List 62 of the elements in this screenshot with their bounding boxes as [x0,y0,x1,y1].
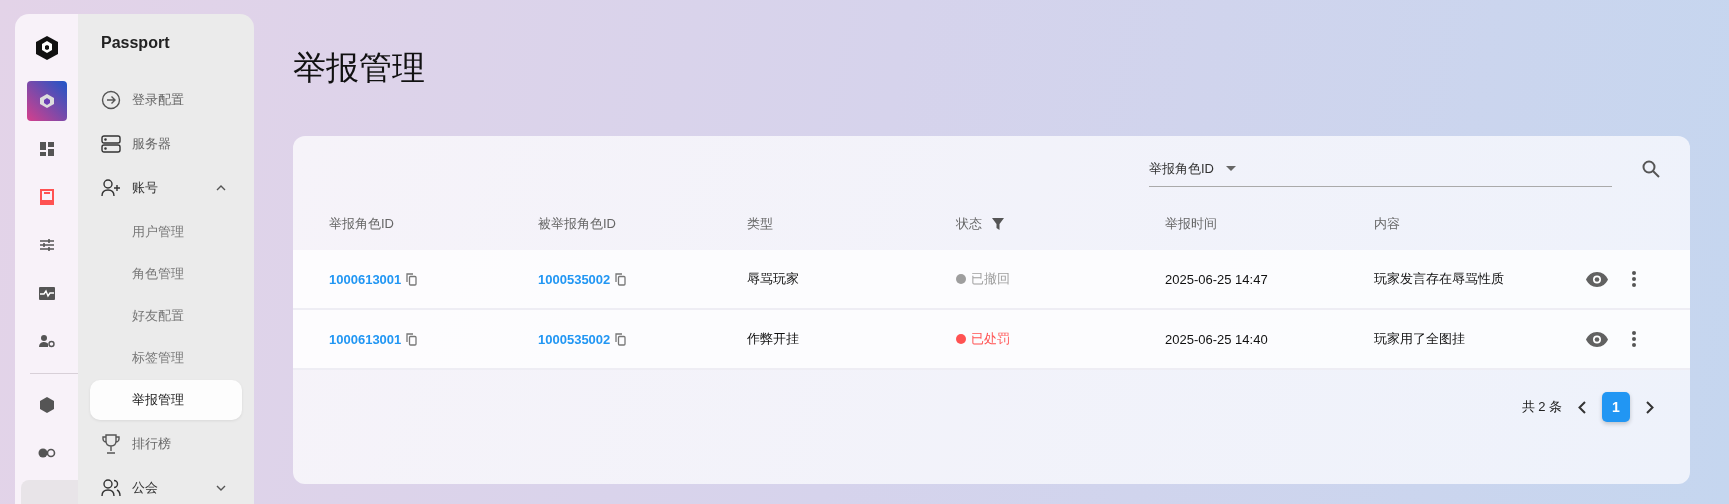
nav-subitem[interactable]: 举报管理 [90,380,242,420]
copy-icon[interactable] [406,272,418,286]
column-header: 举报时间 [1165,215,1217,233]
arrow-circle-icon [101,90,121,110]
table-cell: 玩家发言存在辱骂性质 [1374,270,1504,288]
users-icon [101,479,121,497]
id-link[interactable]: 1000535002 [538,271,611,287]
status-text: 已撤回 [971,270,1010,288]
more-icon[interactable] [1632,331,1636,347]
document-icon[interactable] [39,189,54,205]
column-header: 被举报角色ID [538,215,616,233]
eye-icon[interactable] [1586,331,1608,347]
page-title: 举报管理 [293,48,426,88]
nav-item[interactable]: 公会 [90,466,242,504]
sliders-icon[interactable] [39,238,54,252]
id-link[interactable]: 1000535002 [538,331,611,347]
id-link[interactable]: 1000613001 [329,331,402,347]
previous-page-icon[interactable] [1578,400,1586,414]
column-header: 类型 [747,215,773,233]
user-settings-icon[interactable] [38,334,55,348]
nav-item[interactable]: 账号 [90,166,242,210]
nav-subitem[interactable]: 标签管理 [90,338,242,378]
filter-icon[interactable] [992,218,1004,230]
status-text: 已处罚 [971,330,1010,348]
dashboard-icon[interactable] [39,142,54,156]
table-cell: 辱骂玩家 [747,270,799,288]
total-count: 共 2 条 [1521,398,1562,416]
nav-subitem[interactable]: 用户管理 [90,212,242,252]
table-cell: 2025-06-25 14:40 [1165,331,1268,347]
chevron-icon [216,185,226,191]
next-page-icon[interactable] [1646,400,1654,414]
link-icon[interactable] [37,448,56,458]
app-icon[interactable] [26,81,67,121]
column-header: 举报角色ID [329,215,394,233]
id-link[interactable]: 1000613001 [329,271,402,287]
nav-subitem[interactable]: 角色管理 [90,254,242,294]
nav-item[interactable]: 排行榜 [90,422,242,466]
search-icon[interactable] [1642,160,1660,178]
table-cell: 2025-06-25 14:47 [1165,271,1268,287]
table-cell: 作弊开挂 [747,330,799,348]
column-header: 内容 [1374,215,1400,233]
table-cell: 玩家用了全图挂 [1374,330,1465,348]
nav-item[interactable]: 登录配置 [90,78,242,122]
cube-logo-icon[interactable] [34,35,59,61]
user-add-icon [101,179,121,197]
app-title: Passport [100,34,171,53]
trophy-icon [101,434,121,454]
page-button[interactable]: 1 [1602,392,1630,422]
nav-item[interactable]: 服务器 [90,122,242,166]
box-icon[interactable] [39,397,54,413]
copy-icon[interactable] [406,332,418,346]
more-icon[interactable] [1632,271,1636,287]
search-field[interactable]: 举报角色ID [1149,151,1612,187]
server-icon [101,135,121,153]
copy-icon[interactable] [615,272,627,286]
column-header: 状态 [956,215,982,233]
nav-subitem[interactable]: 好友配置 [90,296,242,336]
chevron-icon [216,485,226,491]
copy-icon[interactable] [615,332,627,346]
activity-icon[interactable] [38,286,55,300]
dropdown-caret-icon [1226,166,1236,171]
eye-icon[interactable] [1586,271,1608,287]
